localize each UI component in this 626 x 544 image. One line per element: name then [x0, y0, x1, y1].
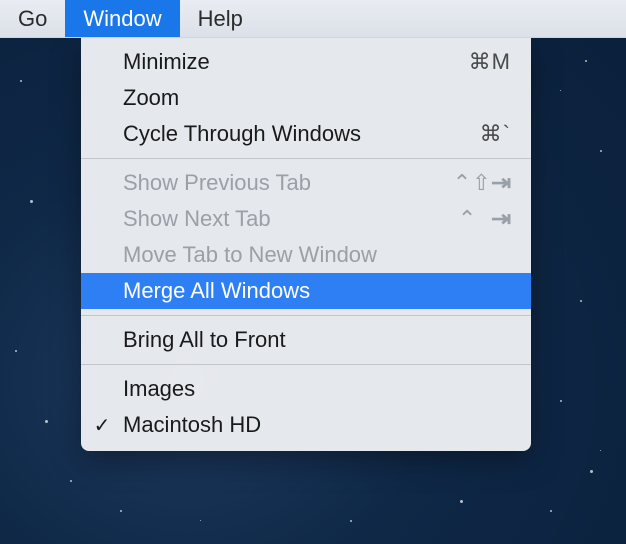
menu-item-zoom[interactable]: Zoom	[81, 80, 531, 116]
menu-label-macintosh-hd: Macintosh HD	[123, 412, 511, 438]
checkmark-icon: ✓	[81, 413, 123, 438]
menu-label-minimize: Minimize	[123, 49, 469, 75]
menu-shortcut-show-next-tab: ⌃ ⇥	[458, 206, 511, 232]
menu-item-window-macintosh-hd[interactable]: ✓ Macintosh HD	[81, 407, 531, 443]
menubar-item-go[interactable]: Go	[0, 0, 65, 37]
menubar: Go Window Help	[0, 0, 626, 38]
menu-shortcut-show-prev-tab: ⌃⇧⇥	[453, 170, 511, 196]
menu-label-bring-front: Bring All to Front	[123, 327, 511, 353]
menu-shortcut-cycle: ⌘`	[480, 121, 511, 147]
menu-label-cycle: Cycle Through Windows	[123, 121, 480, 147]
menu-label-show-next-tab: Show Next Tab	[123, 206, 458, 232]
menu-separator	[81, 364, 531, 365]
menubar-item-window[interactable]: Window	[65, 0, 179, 37]
menu-label-move-tab: Move Tab to New Window	[123, 242, 511, 268]
menubar-label-help: Help	[198, 6, 243, 32]
menubar-label-window: Window	[83, 6, 161, 32]
menu-label-images: Images	[123, 376, 511, 402]
menu-separator	[81, 158, 531, 159]
menu-label-show-prev-tab: Show Previous Tab	[123, 170, 453, 196]
menubar-item-help[interactable]: Help	[180, 0, 261, 37]
menu-separator	[81, 315, 531, 316]
menu-item-cycle-windows[interactable]: Cycle Through Windows ⌘`	[81, 116, 531, 152]
menu-item-show-previous-tab: Show Previous Tab ⌃⇧⇥	[81, 165, 531, 201]
menu-item-bring-all-to-front[interactable]: Bring All to Front	[81, 322, 531, 358]
menu-label-zoom: Zoom	[123, 85, 511, 111]
menubar-label-go: Go	[18, 6, 47, 32]
window-menu-dropdown: Minimize ⌘M Zoom Cycle Through Windows ⌘…	[81, 38, 531, 451]
menu-label-merge-all: Merge All Windows	[123, 278, 511, 304]
menu-item-show-next-tab: Show Next Tab ⌃ ⇥	[81, 201, 531, 237]
menu-item-minimize[interactable]: Minimize ⌘M	[81, 44, 531, 80]
menu-item-merge-all-windows[interactable]: Merge All Windows	[81, 273, 531, 309]
menu-shortcut-minimize: ⌘M	[469, 49, 511, 75]
menu-item-move-tab: Move Tab to New Window	[81, 237, 531, 273]
menu-item-window-images[interactable]: Images	[81, 371, 531, 407]
